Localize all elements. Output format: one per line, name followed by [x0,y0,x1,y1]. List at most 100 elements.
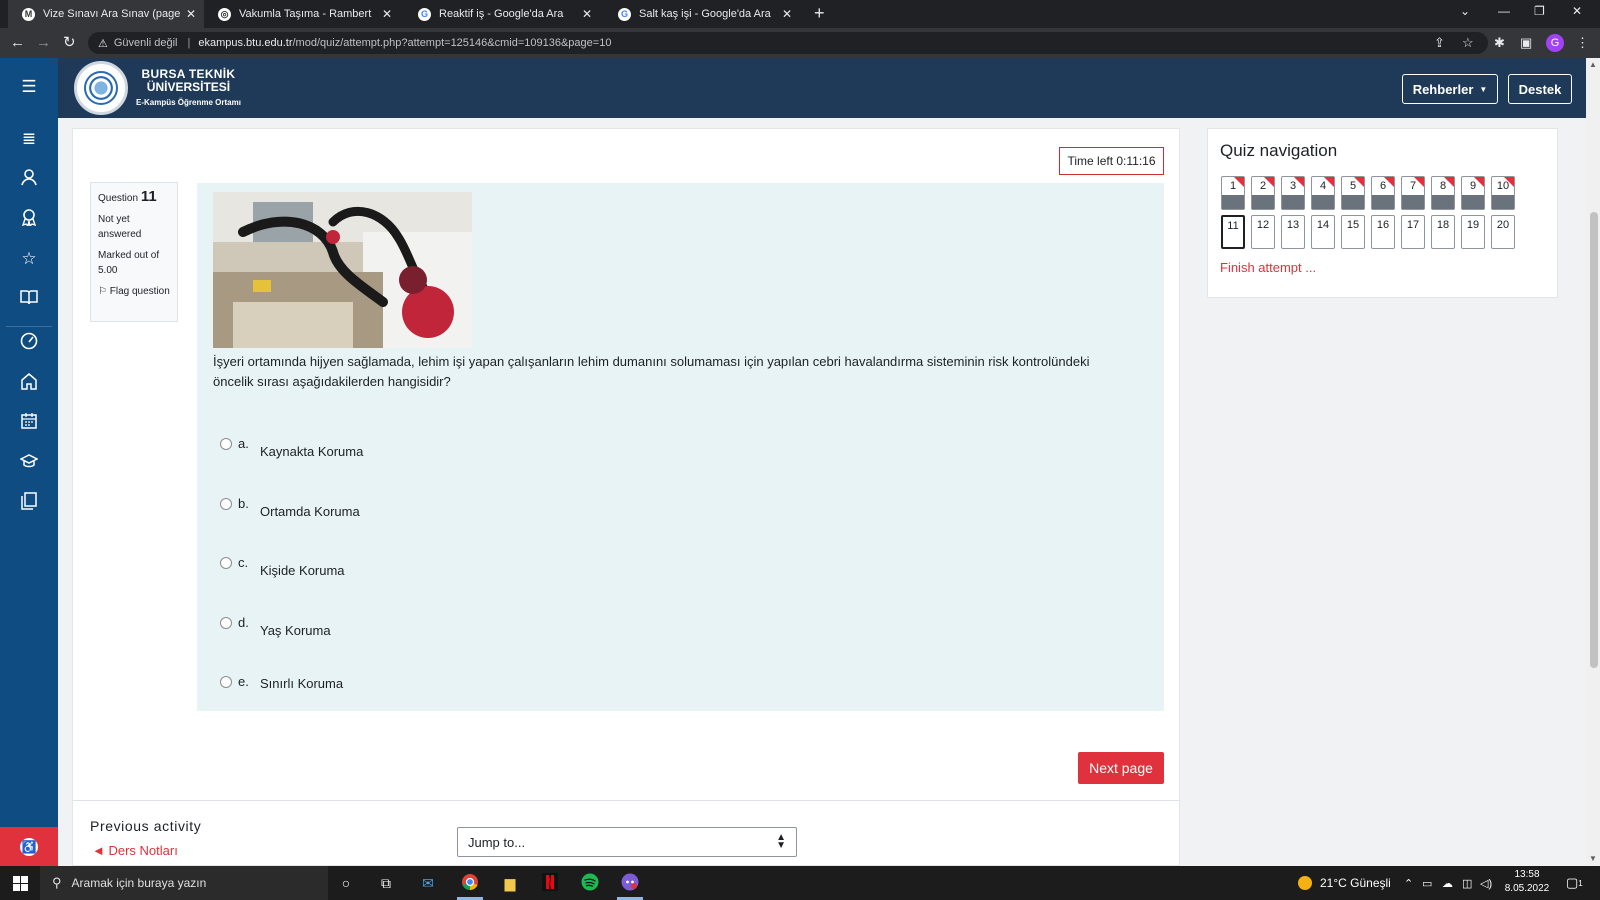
quiz-nav-question-3[interactable]: 3 [1281,176,1305,210]
discord-icon[interactable] [620,873,640,893]
option-text[interactable]: Yaş Koruma [260,623,331,638]
minimize-icon[interactable]: — [1498,4,1510,18]
files-icon[interactable] [18,492,40,514]
quiz-nav-question-10[interactable]: 10 [1491,176,1515,210]
option-text[interactable]: Ortamda Koruma [260,504,360,519]
quiz-nav-question-8[interactable]: 8 [1431,176,1455,210]
more-menu-icon[interactable]: ⋮ [1576,35,1589,51]
tab-search-icon[interactable]: ⌄ [1460,4,1470,18]
close-tab-icon[interactable]: ✕ [382,7,392,21]
quiz-nav-question-4[interactable]: 4 [1311,176,1335,210]
scroll-down-icon[interactable]: ▼ [1589,854,1597,863]
quiz-nav-question-15[interactable]: 15 [1341,215,1365,249]
option-text[interactable]: Sınırlı Koruma [260,676,343,691]
notification-center-icon[interactable]: ▢ 1 [1566,866,1583,900]
radio-b[interactable] [220,498,232,510]
quiz-nav-question-14[interactable]: 14 [1311,215,1335,249]
list-icon[interactable]: ≣ [18,128,40,150]
finish-attempt-link[interactable]: Finish attempt ... [1220,260,1316,275]
browser-tab-reaktif[interactable]: G Reaktif iş - Google'da Ara ✕ [404,0,600,28]
restore-icon[interactable]: ❐ [1534,4,1545,18]
battery-icon[interactable]: ▭ [1422,866,1432,900]
jump-to-select[interactable]: Jump to... ▲ ▼ [457,827,797,857]
url-path[interactable]: /mod/quiz/attempt.php?attempt=125146&cmi… [293,37,612,49]
side-panel-icon[interactable]: ▣ [1520,35,1532,51]
close-window-icon[interactable]: ✕ [1572,4,1582,18]
volume-icon[interactable]: ◁) [1480,866,1492,900]
url-host[interactable]: ekampus.btu.edu.tr [198,37,292,49]
participants-icon[interactable] [18,168,40,190]
quiz-nav-question-13[interactable]: 13 [1281,215,1305,249]
quiz-nav-number: 15 [1346,219,1360,231]
book-icon[interactable] [18,288,40,310]
option-text[interactable]: Kaynakta Koruma [260,444,363,459]
quiz-nav-question-6[interactable]: 6 [1371,176,1395,210]
close-tab-icon[interactable]: ✕ [186,7,196,21]
warning-icon[interactable]: ⚠ [98,37,108,50]
netflix-icon[interactable] [540,873,560,893]
quiz-nav-question-16[interactable]: 16 [1371,215,1395,249]
scroll-up-icon[interactable]: ▲ [1589,60,1597,69]
system-clock[interactable]: 13:58 8.05.2022 [1497,868,1557,896]
forward-icon[interactable]: → [36,34,51,52]
quiz-nav-question-12[interactable]: 12 [1251,215,1275,249]
quiz-nav-question-11[interactable]: 11 [1221,215,1245,249]
calendar-icon[interactable] [18,412,40,434]
question-image [213,192,472,348]
flag-question-link[interactable]: ⚐ Flag question [98,284,170,299]
windows-start-icon[interactable] [13,876,28,891]
support-button[interactable]: Destek [1508,74,1572,104]
file-explorer-icon[interactable]: ▆ [500,873,520,893]
page-scrollbar-thumb[interactable] [1590,212,1598,668]
menu-icon[interactable]: ☰ [18,76,40,98]
network-icon[interactable]: ◫ [1462,866,1472,900]
previous-activity-link[interactable]: ◄ Ders Notları [92,843,178,858]
cloud-icon[interactable]: ☁ [1442,866,1453,900]
guides-dropdown-button[interactable]: Rehberler ▼ [1402,74,1498,104]
profile-avatar[interactable]: G [1546,34,1564,52]
spotify-icon[interactable] [580,873,600,893]
graduation-cap-icon[interactable] [18,452,40,474]
home-icon[interactable] [18,372,40,394]
radio-a[interactable] [220,438,232,450]
next-page-button[interactable]: Next page [1078,752,1164,784]
quiz-nav-question-9[interactable]: 9 [1461,176,1485,210]
address-bar[interactable]: ⚠ Güvenli değil | ekampus.btu.edu.tr /mo… [88,32,1488,54]
university-logo[interactable]: BURSA TEKNİK ÜNİVERSİTESİ E-Kampüs Öğren… [74,60,254,116]
browser-tab-vakumla[interactable]: ◎ Vakumla Taşıma - Rambert ✕ [204,0,400,28]
option-text[interactable]: Kişide Koruma [260,563,345,578]
quiz-nav-question-5[interactable]: 5 [1341,176,1365,210]
browser-tab-quiz[interactable]: M Vize Sınavı Ara Sınav (page 11 of ✕ [8,0,204,28]
close-tab-icon[interactable]: ✕ [582,7,592,21]
browser-tab-salt[interactable]: G Salt kaş işi - Google'da Ara ✕ [604,0,800,28]
security-label[interactable]: Güvenli değil [114,37,178,49]
star-icon[interactable]: ☆ [18,248,40,270]
quiz-nav-question-7[interactable]: 7 [1401,176,1425,210]
extensions-icon[interactable]: ✱ [1494,35,1505,51]
task-view-icon[interactable]: ⧉ [376,873,396,893]
reload-icon[interactable]: ↻ [63,34,76,52]
dashboard-icon[interactable] [18,332,40,354]
radio-d[interactable] [220,617,232,629]
radio-c[interactable] [220,557,232,569]
quiz-nav-question-17[interactable]: 17 [1401,215,1425,249]
chrome-icon[interactable] [460,873,480,893]
quiz-nav-question-1[interactable]: 1 [1221,176,1245,210]
close-tab-icon[interactable]: ✕ [782,7,792,21]
bookmark-star-icon[interactable]: ☆ [1462,35,1474,51]
quiz-nav-question-20[interactable]: 20 [1491,215,1515,249]
quiz-nav-question-19[interactable]: 19 [1461,215,1485,249]
tray-chevron-icon[interactable]: ⌃ [1404,866,1413,900]
cortana-icon[interactable]: ○ [336,873,356,893]
weather-widget[interactable]: 21°C Güneşli [1298,866,1391,900]
mail-icon[interactable]: ✉ [418,873,438,893]
taskbar-search-box[interactable]: ⚲ Aramak için buraya yazın [40,866,328,900]
share-icon[interactable]: ⇪ [1434,35,1445,51]
new-tab-button[interactable]: + [814,3,825,24]
back-icon[interactable]: ← [10,34,25,52]
accessibility-button[interactable]: ♿ [0,827,58,867]
badge-icon[interactable] [18,208,40,230]
quiz-nav-question-2[interactable]: 2 [1251,176,1275,210]
radio-e[interactable] [220,676,232,688]
quiz-nav-question-18[interactable]: 18 [1431,215,1455,249]
